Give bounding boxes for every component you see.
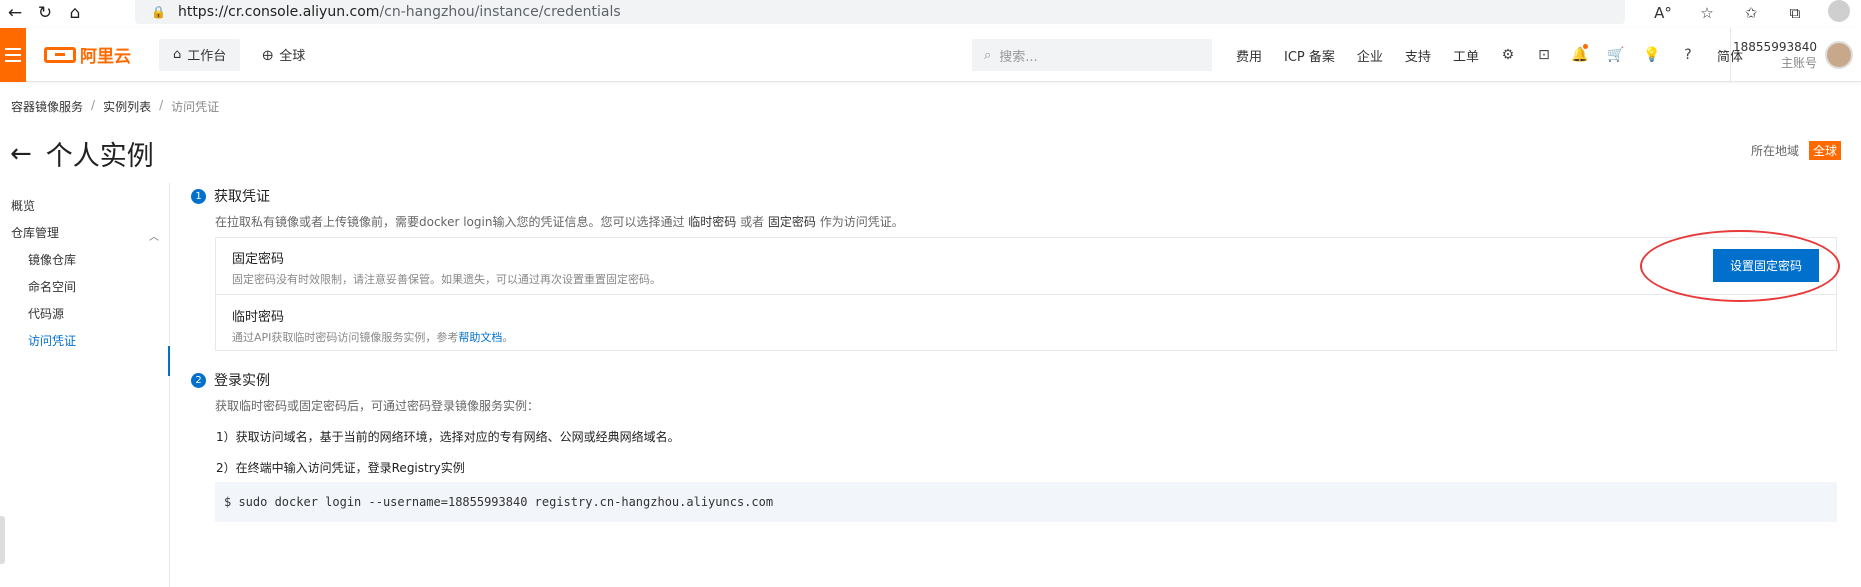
search-placeholder: 搜索... — [999, 49, 1038, 65]
step-2-description: 获取临时密码或固定密码后，可通过密码登录镜像服务实例： — [215, 399, 540, 413]
sidebar-item-namespaces[interactable]: 命名空间 — [28, 278, 76, 295]
region-label: 所在地域 — [1750, 144, 1799, 158]
temp-desc-text: 。 — [502, 331, 514, 344]
cart-icon[interactable]: 🛒 — [1598, 47, 1634, 63]
temp-password-desc: 通过API获取临时密码访问镜像服务实例，参考帮助文档。 — [232, 329, 513, 345]
api-icon[interactable]: ⚙ — [1490, 47, 1526, 63]
breadcrumb-current: 访问凭证 — [171, 100, 220, 114]
side-drawer-handle[interactable] — [0, 516, 5, 564]
sidebar: 概览 仓库管理 ︿ 镜像仓库 命名空间 代码源 访问凭证 — [0, 183, 170, 587]
region-switch[interactable]: 🜨 全球 — [262, 42, 305, 68]
top-link-icp[interactable]: ICP 备案 — [1273, 46, 1346, 65]
top-link-support[interactable]: 支持 — [1394, 46, 1442, 65]
help-icon[interactable]: ? — [1670, 47, 1706, 63]
desc-text: 在拉取私有镜像或者上传镜像前，需要docker login输入您的凭证信息。您可… — [215, 215, 689, 229]
favorites-bar-icon[interactable]: ✩ — [1729, 4, 1773, 22]
workbench-button[interactable]: ⌂ 工作台 — [159, 38, 241, 71]
refresh-icon[interactable]: ↻ — [30, 0, 60, 26]
step-title: 登录实例 — [214, 373, 270, 389]
breadcrumb-separator: / — [91, 98, 96, 112]
region-indicator: 所在地域 全球 — [1751, 141, 1841, 160]
sidebar-item-access-credentials[interactable]: 访问凭证 — [28, 332, 76, 349]
breadcrumb: 容器镜像服务 / 实例列表 / 访问凭证 — [11, 98, 219, 115]
address-bar[interactable]: 🔒 https://cr.console.aliyun.com/cn-hangz… — [135, 0, 1625, 24]
url-path: /cn-hangzhou/instance/credentials — [379, 4, 621, 20]
top-link-fees[interactable]: 费用 — [1225, 46, 1273, 65]
account-role: 主账号 — [1780, 56, 1817, 70]
desc-temp-password: 临时密码 — [688, 215, 737, 229]
fixed-password-row: 固定密码 固定密码没有时效限制，请注意妥善保管。如果遗失，可以通过再次设置重置固… — [232, 248, 661, 287]
favorite-icon[interactable]: ☆ — [1685, 4, 1729, 22]
region-switch-label: 全球 — [279, 49, 306, 64]
step-1-description: 在拉取私有镜像或者上传镜像前，需要docker login输入您的凭证信息。您可… — [215, 213, 904, 230]
fixed-password-desc: 固定密码没有时效限制，请注意妥善保管。如果遗失，可以通过再次设置重置固定密码。 — [232, 273, 661, 286]
hamburger-menu-icon[interactable] — [0, 27, 26, 82]
sidebar-item-repo-management[interactable]: 仓库管理 — [11, 224, 59, 241]
terminal-icon[interactable]: ⊡ — [1526, 47, 1562, 63]
home-icon: ⌂ — [173, 47, 182, 62]
temp-desc-text: 通过API获取临时密码访问镜像服务实例，参考 — [232, 331, 459, 344]
fixed-password-title: 固定密码 — [232, 252, 285, 267]
sidebar-active-indicator — [168, 346, 170, 376]
top-link-tickets[interactable]: 工单 — [1442, 46, 1490, 65]
step-2-header: 2 登录实例 — [191, 370, 270, 390]
sidebar-item-overview[interactable]: 概览 — [11, 197, 35, 214]
step-number: 2 — [191, 372, 206, 388]
url-host: https://cr.console.aliyun.com — [177, 4, 380, 20]
divider — [216, 294, 1836, 295]
login-command-block[interactable]: $ sudo docker login --username=188559938… — [215, 482, 1837, 522]
page-title: 个人实例 — [45, 141, 154, 172]
sidebar-item-code-sources[interactable]: 代码源 — [28, 305, 64, 322]
breadcrumb-instance-list[interactable]: 实例列表 — [103, 98, 151, 115]
account-id: 18855993840 — [1733, 40, 1817, 54]
lightbulb-icon[interactable]: 💡 — [1634, 47, 1670, 63]
collections-icon[interactable]: ⧉ — [1773, 4, 1817, 22]
home-icon[interactable]: ⌂ — [60, 0, 90, 26]
lock-icon: 🔒 — [151, 5, 166, 19]
browser-actions: A° ☆ ✩ ⧉ — [1641, 0, 1861, 26]
temp-password-title: 临时密码 — [232, 310, 285, 325]
desc-text: 作为访问凭证。 — [815, 215, 904, 229]
workbench-label: 工作台 — [187, 49, 227, 64]
bell-icon[interactable]: 🔔 — [1562, 44, 1598, 63]
aliyun-logo-icon — [44, 46, 76, 63]
region-badge: 全球 — [1808, 141, 1841, 160]
page-header: ← 个人实例 — [10, 134, 154, 173]
profile-icon[interactable] — [1817, 0, 1861, 26]
notification-dot — [1582, 44, 1588, 49]
step-number: 1 — [191, 188, 206, 204]
console-topbar: 阿里云 ⌂ 工作台 🜨 全球 ⌕ 搜索... 费用 ICP 备案 企业 支持 工… — [0, 27, 1861, 82]
top-link-enterprise[interactable]: 企业 — [1346, 46, 1394, 65]
set-fixed-password-button[interactable]: 设置固定密码 — [1713, 249, 1819, 282]
globe-icon: 🜨 — [262, 48, 274, 64]
breadcrumb-cr-service[interactable]: 容器镜像服务 — [11, 98, 83, 115]
read-aloud-icon[interactable]: A° — [1641, 4, 1685, 22]
instruction-1: 1）获取访问域名，基于当前的网络环境，选择对应的专有网络、公网或经典网络域名。 — [216, 430, 680, 444]
desc-fixed-password: 固定密码 — [767, 215, 816, 229]
chevron-up-icon[interactable]: ︿ — [149, 228, 159, 243]
instruction-2: 2）在终端中输入访问凭证，登录Registry实例 — [216, 461, 465, 475]
desc-text: 或者 — [736, 215, 768, 229]
credentials-panel: 固定密码 固定密码没有时效限制，请注意妥善保管。如果遗失，可以通过再次设置重置固… — [215, 237, 1837, 351]
account-menu[interactable]: 18855993840 主账号 — [1730, 28, 1861, 82]
help-doc-link[interactable]: 帮助文档 — [458, 331, 502, 344]
back-icon[interactable]: ← — [0, 0, 30, 26]
logo-text: 阿里云 — [80, 47, 131, 67]
step-1-header: 1 获取凭证 — [191, 186, 270, 206]
top-links: 费用 ICP 备案 企业 支持 工单 ⚙ ⊡ 🔔 🛒 💡 ? 简体 — [1225, 28, 1754, 82]
search-icon: ⌕ — [984, 47, 992, 63]
search-input[interactable]: ⌕ 搜索... — [972, 39, 1212, 71]
sidebar-item-image-repos[interactable]: 镜像仓库 — [28, 251, 76, 268]
step-title: 获取凭证 — [214, 189, 270, 205]
breadcrumb-separator: / — [159, 98, 164, 112]
aliyun-logo[interactable]: 阿里云 — [44, 42, 131, 67]
back-arrow-icon[interactable]: ← — [10, 139, 32, 169]
temp-password-row: 临时密码 通过API获取临时密码访问镜像服务实例，参考帮助文档。 — [232, 306, 513, 345]
avatar[interactable] — [1825, 41, 1853, 69]
